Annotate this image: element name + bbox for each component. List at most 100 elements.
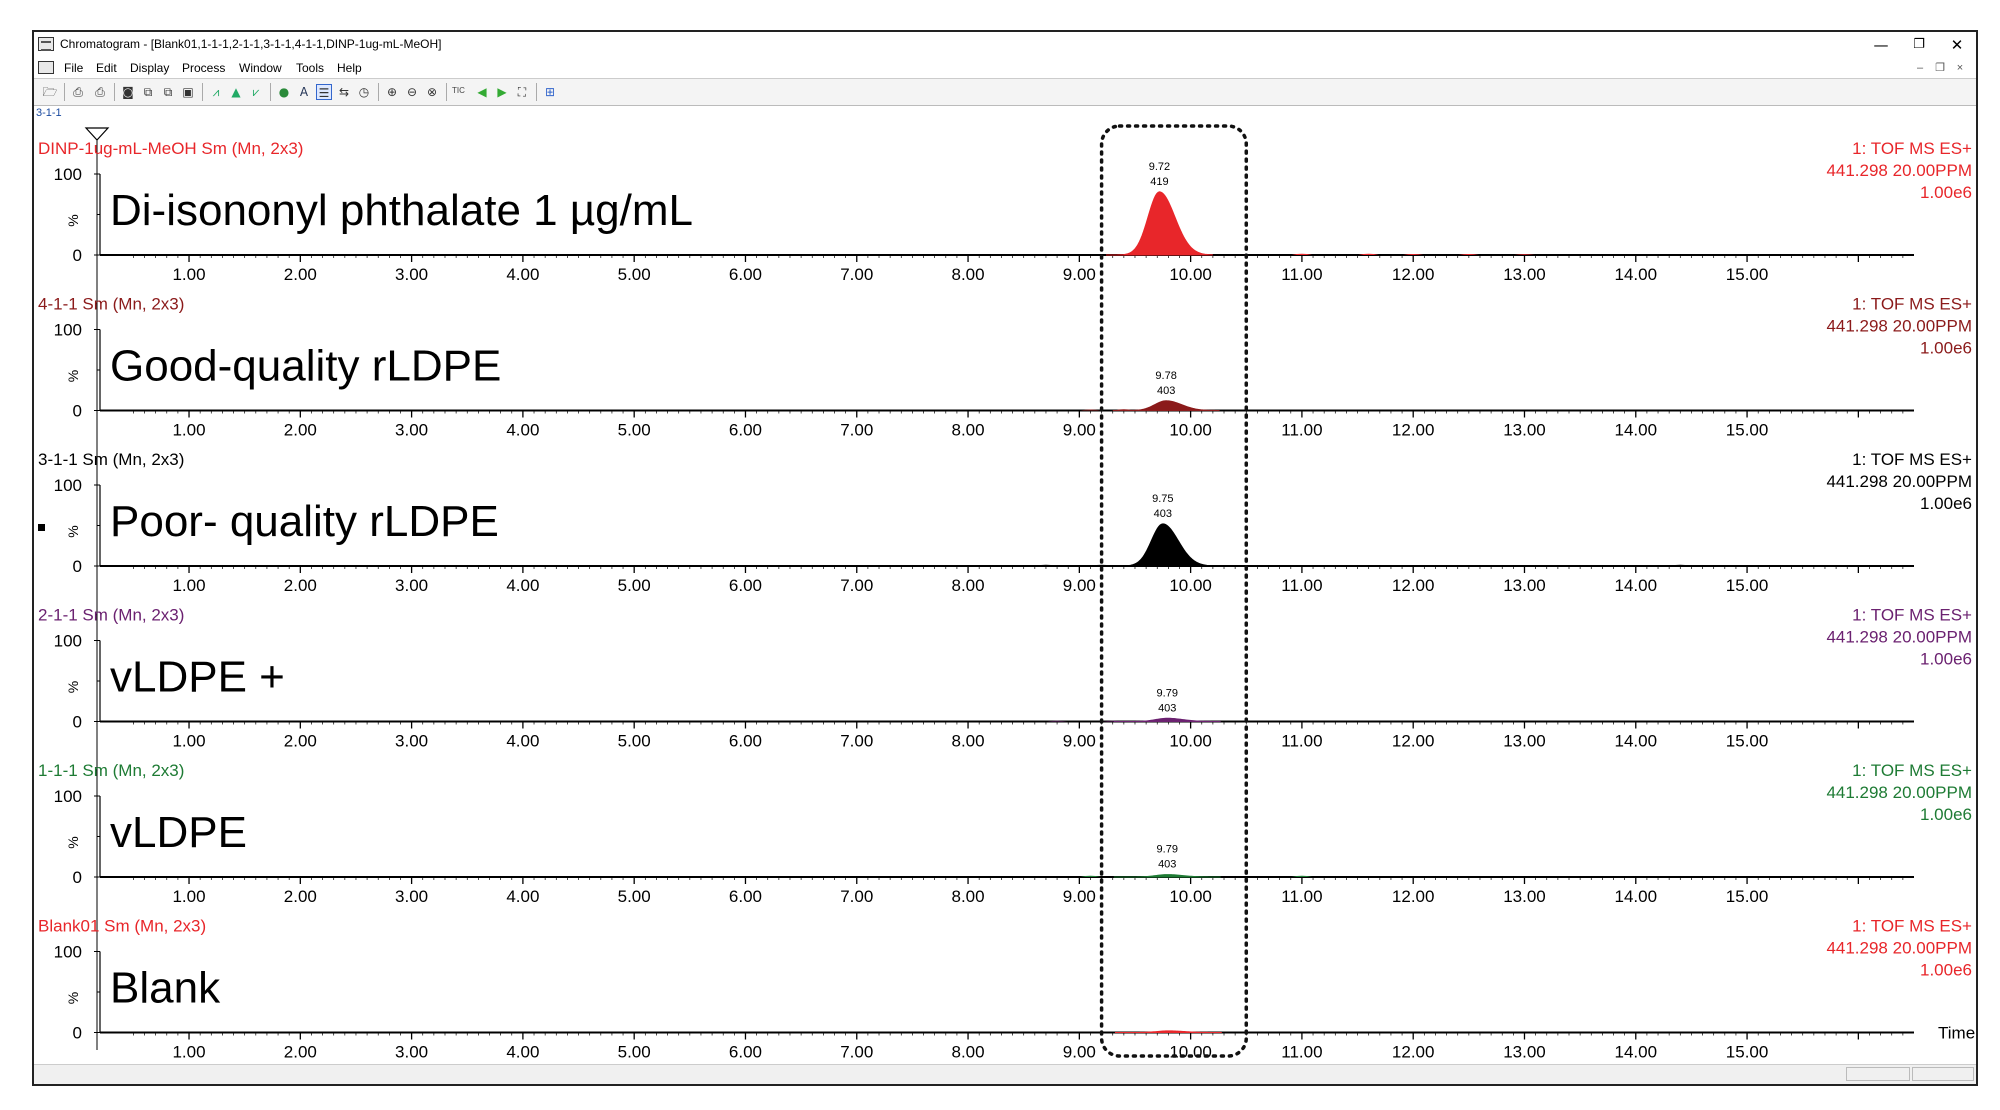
minimize-button[interactable]: —	[1864, 34, 1898, 56]
mdi-minimize-button[interactable]: –	[1912, 61, 1928, 75]
x-tick-label: 1.00	[172, 265, 205, 284]
title-bar[interactable]: Chromatogram - [Blank01,1-1-1,2-1-1,3-1-…	[34, 32, 1976, 58]
zoom-in-icon[interactable]: ⊕	[384, 84, 400, 100]
y-max-label: 100	[54, 321, 82, 340]
x-tick-label: 15.00	[1726, 421, 1769, 440]
minor-peak	[1291, 253, 1312, 255]
x-tick-label: 13.00	[1503, 887, 1546, 906]
x-tick-label: 6.00	[729, 732, 762, 751]
x-tick-label: 11.00	[1281, 732, 1322, 751]
minor-peak	[1670, 564, 1691, 566]
menu-help[interactable]: Help	[337, 61, 362, 75]
menu-process[interactable]: Process	[182, 61, 225, 75]
x-tick-label: 7.00	[840, 576, 873, 595]
fit-icon[interactable]: ⛶	[514, 84, 530, 100]
close-button[interactable]: ✕	[1940, 34, 1974, 56]
camera-icon[interactable]: ◙	[120, 84, 136, 100]
mdi-restore-button[interactable]: ❐	[1932, 61, 1948, 75]
sample-name: vLDPE	[110, 808, 247, 857]
copy-icon[interactable]: ⧉	[140, 84, 156, 100]
zoom-reset-icon[interactable]: ⊗	[424, 84, 440, 100]
x-tick-label: 3.00	[395, 887, 428, 906]
minor-peak	[1035, 564, 1056, 566]
menu-edit[interactable]: Edit	[96, 61, 117, 75]
menu-file[interactable]: File	[64, 61, 83, 75]
paste-icon[interactable]: ▣	[180, 84, 196, 100]
sample-name: Di-isononyl phthalate 1 µg/mL	[110, 186, 693, 235]
status-bar	[34, 1064, 1976, 1084]
toolbar-separator	[536, 83, 537, 101]
circle-icon[interactable]: ●	[276, 84, 292, 100]
x-tick-label: 4.00	[506, 265, 539, 284]
arrow-left-icon[interactable]: ◀	[474, 84, 490, 100]
x-tick-label: 3.00	[395, 265, 428, 284]
peaks-icon[interactable]: ▲	[228, 84, 244, 100]
x-tick-label: 5.00	[618, 421, 651, 440]
copy-list-icon[interactable]: ⧉	[160, 84, 176, 100]
peak-area-label: 403	[1158, 702, 1176, 714]
x-tick-label: 10.00	[1169, 576, 1212, 595]
zoom-out-icon[interactable]: ⊖	[404, 84, 420, 100]
y-unit-label: %	[65, 525, 81, 537]
export-icon[interactable]: ⊞	[542, 84, 558, 100]
x-tick-label: 15.00	[1726, 1043, 1769, 1062]
toolbar-separator	[446, 83, 447, 101]
chromatogram-window: Chromatogram - [Blank01,1-1-1,2-1-1,3-1-…	[32, 30, 1978, 1086]
x-tick-label: 14.00	[1615, 576, 1658, 595]
x-tick-label: 11.00	[1281, 887, 1322, 906]
y-unit-label: %	[65, 681, 81, 693]
y-max-label: 100	[54, 943, 82, 962]
y-max-label: 100	[54, 476, 82, 495]
print-icon[interactable]: ⎙	[70, 84, 86, 100]
x-tick-label: 9.00	[1063, 265, 1096, 284]
detector-label: 1: TOF MS ES+	[1852, 450, 1972, 469]
y-min-label: 0	[73, 402, 82, 421]
open-icon[interactable]: 🗁	[42, 84, 58, 100]
chromatogram-chart[interactable]: 3-1-1 DINP-1ug-mL-MeOH Sm (Mn, 2x3) 1: TOF…	[34, 106, 1976, 1066]
menu-display[interactable]: Display	[130, 61, 169, 75]
peak	[1113, 717, 1221, 722]
integrate-icon[interactable]: ⩗	[248, 84, 264, 100]
x-tick-label: 9.00	[1063, 732, 1096, 751]
minor-peak	[1291, 875, 1312, 877]
chromatogram-icon[interactable]: ⩘	[208, 84, 224, 100]
menu-window[interactable]: Window	[239, 61, 282, 75]
x-tick-label: 2.00	[284, 576, 317, 595]
detector-label: 1: TOF MS ES+	[1852, 606, 1972, 625]
trace-name: DINP-1ug-mL-MeOH Sm (Mn, 2x3)	[38, 139, 303, 158]
detector-label: 1: TOF MS ES+	[1852, 139, 1972, 158]
trace-name: 4-1-1 Sm (Mn, 2x3)	[38, 295, 184, 314]
mass-label: 441.298 20.00PPM	[1826, 317, 1972, 336]
plot-area[interactable]: 3-1-1 DINP-1ug-mL-MeOH Sm (Mn, 2x3) 1: TOF…	[34, 106, 1976, 1066]
restore-button[interactable]: ❐	[1902, 34, 1936, 56]
y-unit-label: %	[65, 836, 81, 848]
document-icon[interactable]	[38, 61, 54, 74]
x-tick-label: 6.00	[729, 1043, 762, 1062]
tic-button[interactable]: TIC	[452, 86, 465, 95]
x-tick-label: 10.00	[1169, 887, 1212, 906]
x-tick-label: 2.00	[284, 732, 317, 751]
minor-peak	[1091, 564, 1112, 566]
print-preview-icon[interactable]: ⎙	[92, 84, 108, 100]
menu-tools[interactable]: Tools	[296, 61, 324, 75]
peak-rt-label: 9.75	[1152, 493, 1173, 505]
intensity-label: 1.00e6	[1920, 805, 1972, 824]
x-tick-label: 8.00	[952, 421, 985, 440]
timer-icon[interactable]: ◷	[356, 84, 372, 100]
peak-rt-label: 9.79	[1157, 687, 1178, 699]
layout-icon[interactable]: ☰	[316, 84, 332, 100]
text-a-icon[interactable]: A	[296, 84, 312, 100]
x-tick-label: 7.00	[840, 732, 873, 751]
toolbar-separator	[64, 83, 65, 101]
trace-name: 3-1-1 Sm (Mn, 2x3)	[38, 450, 184, 469]
scale-icon[interactable]: ⇆	[336, 84, 352, 100]
mass-label: 441.298 20.00PPM	[1826, 783, 1972, 802]
mdi-close-button[interactable]: ×	[1952, 61, 1968, 75]
x-tick-label: 13.00	[1503, 421, 1546, 440]
x-axis-label: Time	[1938, 1024, 1975, 1043]
y-unit-label: %	[65, 992, 81, 1004]
arrow-right-icon[interactable]: ▶	[494, 84, 510, 100]
x-tick-label: 12.00	[1392, 887, 1435, 906]
x-tick-label: 7.00	[840, 421, 873, 440]
toolbar-separator	[202, 83, 203, 101]
